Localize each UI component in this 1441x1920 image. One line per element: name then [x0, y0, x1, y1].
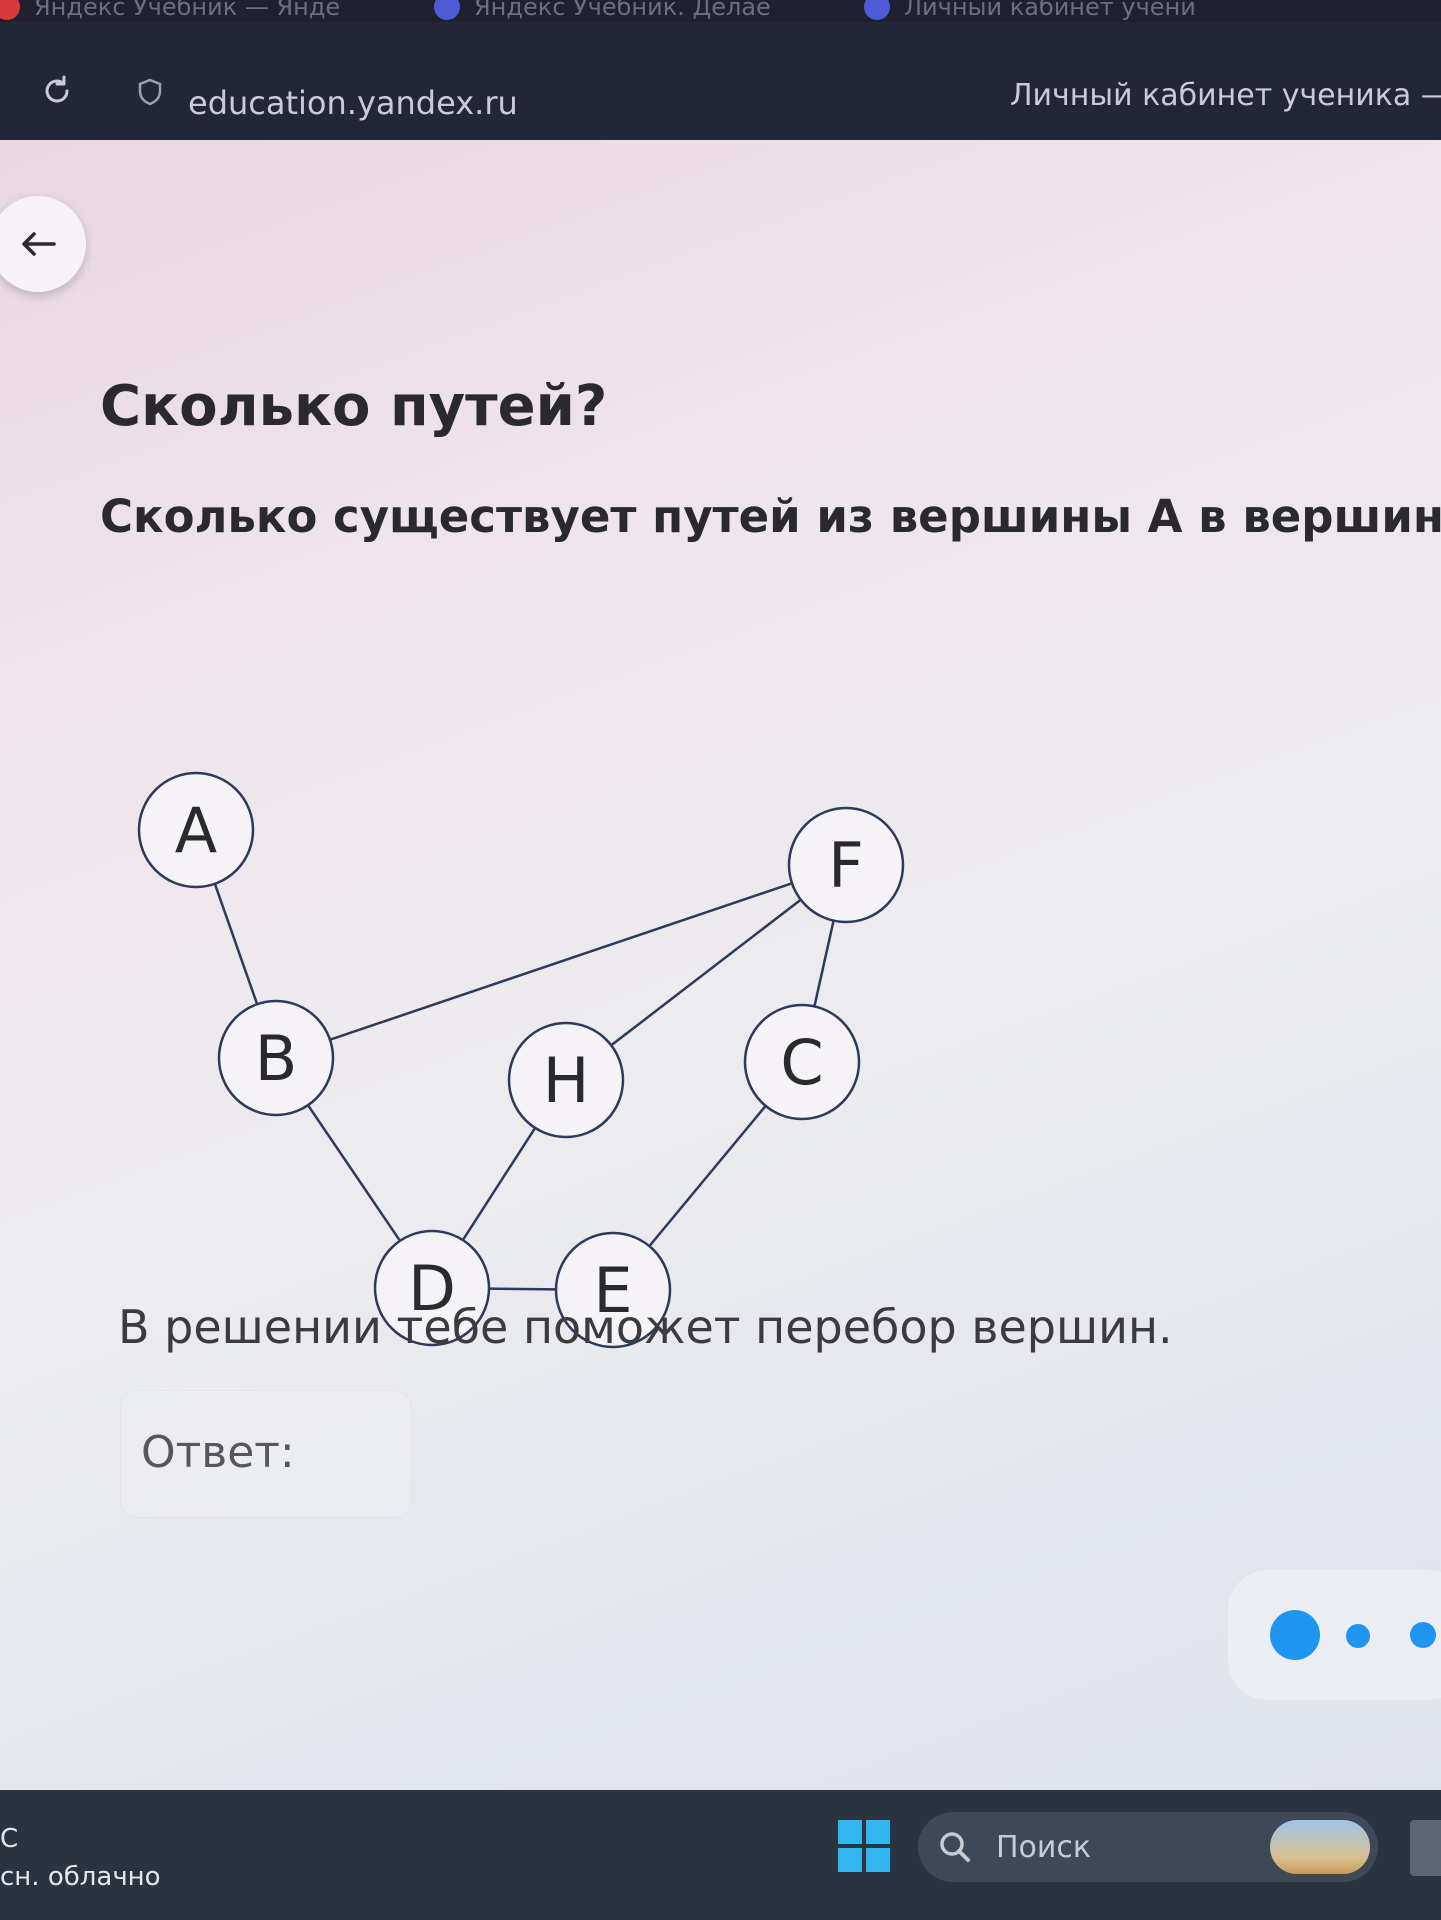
- reload-icon: [45, 75, 69, 103]
- start-square: [838, 1848, 862, 1872]
- taskbar: С сн. облачно Поиск: [0, 1790, 1441, 1920]
- dot-large: [1270, 1610, 1320, 1660]
- reload-button[interactable]: [36, 70, 78, 112]
- search-highlight-image: [1270, 1820, 1370, 1874]
- url-text[interactable]: education.yandex.ru: [188, 84, 518, 122]
- yandex-favicon-icon: [0, 0, 20, 20]
- yandex-favicon-icon: [434, 0, 460, 20]
- browser-tab-label: Яндекс Учебник. Делае: [474, 0, 771, 21]
- graph-node-label: F: [828, 829, 864, 902]
- search-placeholder: Поиск: [996, 1830, 1092, 1865]
- browser-tab-label: Личный кабинет учени: [904, 0, 1196, 21]
- answer-label: Ответ:: [141, 1427, 295, 1478]
- address-bar: education.yandex.ru Личный кабинет учени…: [0, 22, 1441, 140]
- browser-tab-1[interactable]: Яндекс Учебник — Янде: [0, 0, 340, 22]
- graph-node-label: B: [255, 1022, 298, 1095]
- browser-tab-3[interactable]: Личный кабинет учени: [864, 0, 1196, 22]
- dot-medium: [1346, 1624, 1370, 1648]
- page-title-label: Личный кабинет ученика — Я: [1010, 78, 1441, 113]
- windows-start-icon[interactable]: [838, 1820, 890, 1872]
- shield-icon[interactable]: [136, 78, 164, 106]
- graph-diagram: ABFH CD E: [137, 771, 905, 1349]
- start-square: [838, 1820, 862, 1844]
- graph-node-label: H: [543, 1044, 590, 1117]
- arrow-left-icon: [22, 232, 56, 256]
- back-button[interactable]: [0, 196, 86, 292]
- tab-strip: Яндекс Учебник — Янде Яндекс Учебник. Де…: [0, 0, 1441, 22]
- graph-nodes: ABFH CD E: [137, 771, 905, 1349]
- search-icon: [940, 1832, 970, 1862]
- weather-temperature[interactable]: С: [0, 1824, 18, 1854]
- graph-node-f: F: [787, 806, 905, 924]
- start-square: [866, 1820, 890, 1844]
- yandex-favicon-icon: [864, 0, 890, 20]
- graph-node-h: H: [507, 1021, 625, 1139]
- weather-description[interactable]: сн. облачно: [0, 1862, 161, 1892]
- graph-node-c: C: [743, 1003, 861, 1121]
- start-square: [866, 1848, 890, 1872]
- browser-tab-label: Яндекс Учебник — Янде: [34, 0, 341, 21]
- taskbar-search[interactable]: Поиск: [918, 1812, 1378, 1882]
- task-question: Сколько существует путей из вершины A в …: [100, 490, 1441, 543]
- hint-text: В решении тебе поможет перебор вершин.: [118, 1300, 1173, 1354]
- dot-medium: [1410, 1622, 1436, 1648]
- answer-input[interactable]: Ответ:: [120, 1390, 412, 1518]
- tray-icon[interactable]: [1410, 1820, 1441, 1876]
- page-content: Сколько путей? Сколько существует путей …: [0, 140, 1441, 1790]
- graph-node-label: C: [780, 1026, 823, 1099]
- graph-node-a: A: [137, 771, 255, 889]
- graph-node-b: B: [217, 999, 335, 1117]
- loading-dots-widget[interactable]: [1228, 1570, 1441, 1700]
- page-title: Сколько путей?: [100, 374, 608, 439]
- browser-tab-2[interactable]: Яндекс Учебник. Делае: [434, 0, 771, 22]
- graph-node-label: A: [175, 794, 217, 867]
